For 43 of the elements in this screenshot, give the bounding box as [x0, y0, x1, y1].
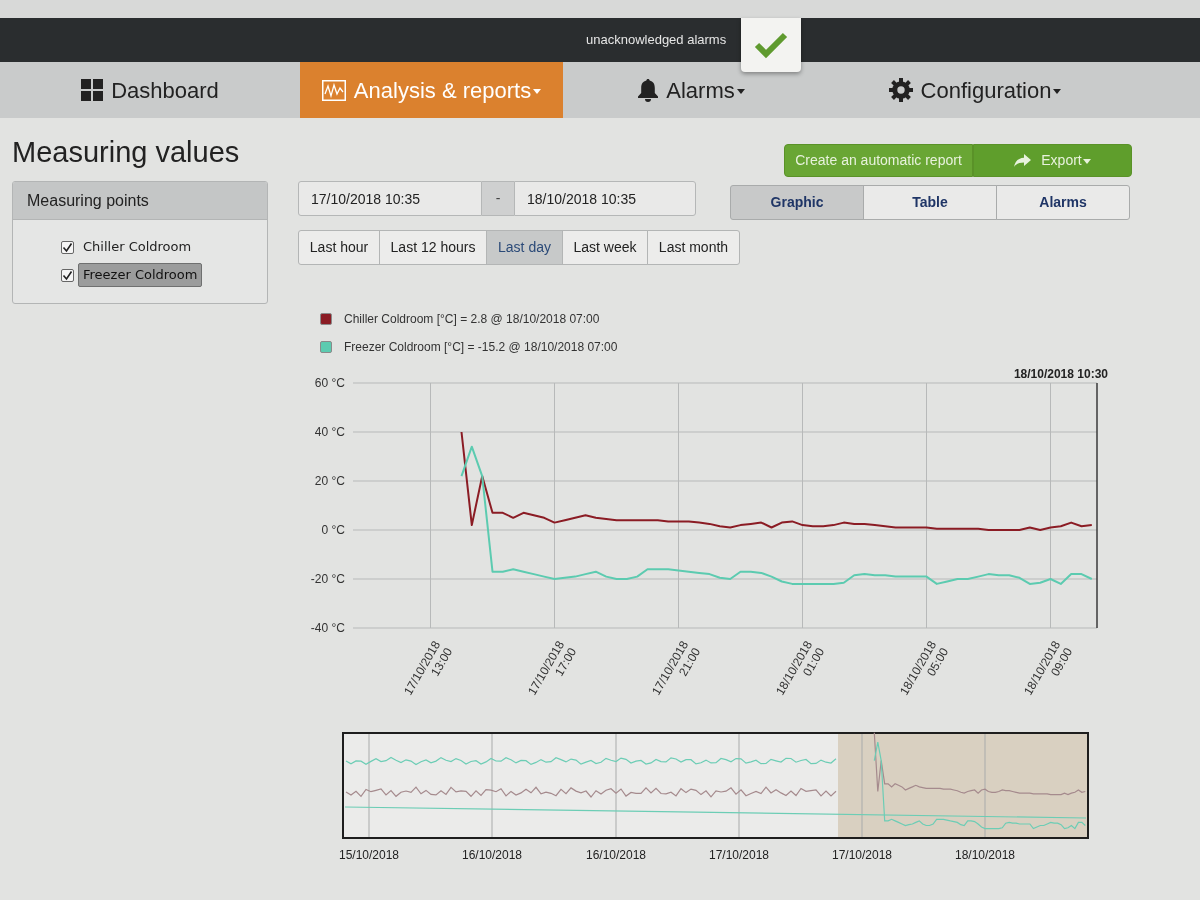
y-axis-label: -20 °C — [310, 572, 345, 586]
alarms-label: unacknowledged alarms — [586, 31, 727, 50]
date-field[interactable]: 18/10/2018 10:35 — [514, 181, 696, 216]
page-title: Measuring values — [12, 135, 241, 170]
date-field[interactable]: 17/10/2018 10:35 — [298, 181, 482, 216]
alarm-status-button[interactable] — [741, 18, 802, 72]
period-button[interactable]: Last day — [486, 230, 563, 265]
share-arrow-icon — [1014, 154, 1032, 167]
grid-icon — [81, 79, 104, 101]
check-icon — [754, 31, 789, 59]
view-tab[interactable]: Alarms — [996, 185, 1130, 220]
period-button[interactable]: Last month — [647, 230, 740, 265]
legend-label[interactable]: Chiller Coldroom [°C] = 2.8 @ 18/10/2018 07:00 — [344, 310, 600, 328]
measuring-point-label[interactable]: Chiller Coldroom — [78, 235, 197, 259]
navigator-date-label: 16/10/2018 — [461, 848, 523, 862]
period-button[interactable]: Last hour — [298, 230, 380, 265]
navigator-date-label: 17/10/2018 — [831, 848, 893, 862]
y-axis-label: 60 °C — [314, 376, 345, 390]
bell-icon — [638, 78, 659, 102]
chart-timestamp: 18/10/2018 10:30 — [1013, 367, 1108, 381]
navigator-date-label: 15/10/2018 — [338, 848, 400, 862]
period-button[interactable]: Last 12 hours — [379, 230, 487, 265]
view-tab[interactable]: Graphic — [730, 185, 864, 220]
range-separator: - — [482, 181, 514, 216]
panel-title: Measuring points — [27, 190, 149, 211]
gear-icon — [888, 78, 913, 102]
checkbox[interactable] — [61, 268, 74, 282]
y-axis-label: 0 °C — [321, 523, 345, 537]
navigator-date-label: 17/10/2018 — [708, 848, 770, 862]
line-chart-icon — [321, 79, 346, 101]
y-axis-label: 20 °C — [314, 474, 345, 488]
nav-tab[interactable]: Alarms — [563, 62, 820, 118]
y-axis-label: 40 °C — [314, 425, 345, 439]
view-tab[interactable]: Table — [863, 185, 997, 220]
legend-label[interactable]: Freezer Coldroom [°C] = -15.2 @ 18/10/2018 07:00 — [344, 338, 618, 356]
nav-tab[interactable]: Configuration — [820, 62, 1130, 118]
measuring-point-label[interactable]: Freezer Coldroom — [78, 263, 203, 287]
checkbox[interactable] — [61, 240, 74, 254]
navigator-date-label: 18/10/2018 — [954, 848, 1016, 862]
nav-tab[interactable]: Dashboard — [0, 62, 300, 118]
navigator-date-label: 16/10/2018 — [585, 848, 647, 862]
y-axis-label: -40 °C — [310, 621, 345, 635]
period-button[interactable]: Last week — [562, 230, 648, 265]
